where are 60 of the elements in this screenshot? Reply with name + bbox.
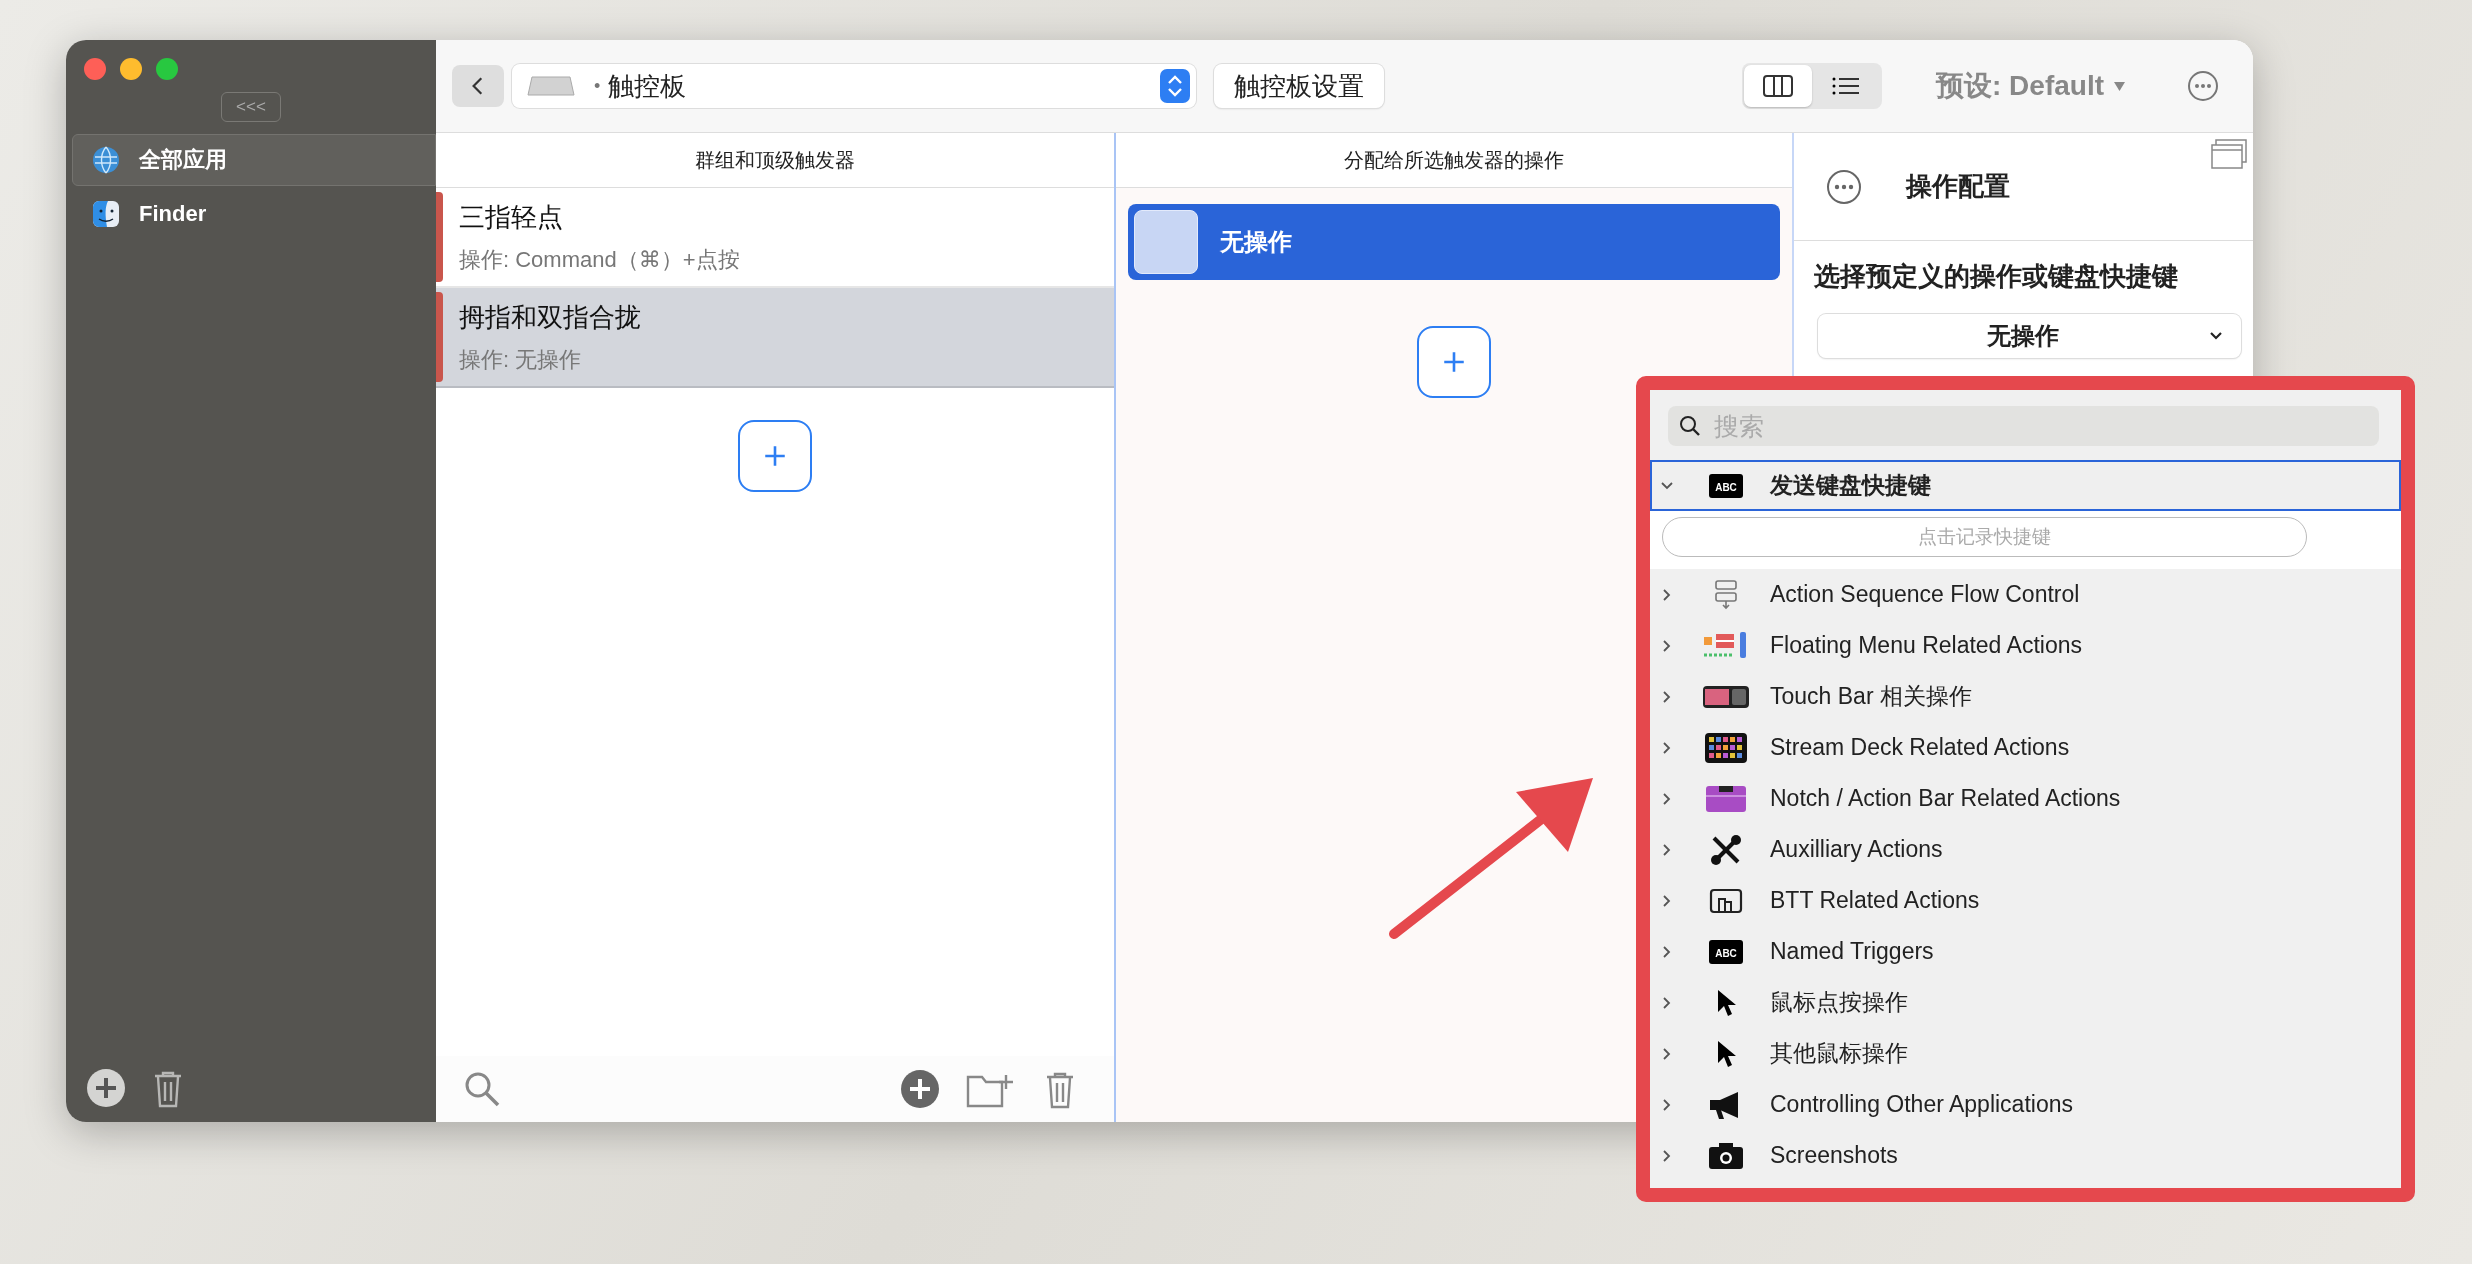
camera-icon [1708, 1141, 1744, 1170]
add-action-button[interactable] [1417, 326, 1491, 398]
more-icon[interactable] [2187, 70, 2219, 102]
category-row[interactable]: ABC 发送键盘快捷键 [1650, 460, 2401, 511]
trigger-action: 操作: 无操作 [459, 345, 583, 374]
shortcut-record-field[interactable]: 点击记录快捷键 [1662, 517, 2307, 557]
column-header: 分配给所选触发器的操作 [1116, 133, 1792, 188]
prompt-label: 选择预定义的操作或键盘快捷键 [1813, 260, 2179, 293]
trigger-row[interactable]: 拇指和双指合拢 操作: 无操作 [436, 288, 1114, 388]
category-row[interactable]: Floating Menu Related Actions [1650, 620, 2401, 671]
minimize-button[interactable] [120, 58, 142, 80]
up-down-chevron-icon [1160, 69, 1190, 103]
category-row[interactable]: Stream Deck Related Actions [1650, 722, 2401, 773]
sidebar-item[interactable]: 全部应用 [72, 134, 436, 186]
category-row[interactable]: Notch / Action Bar Related Actions [1650, 773, 2401, 824]
columns-icon [1763, 75, 1793, 97]
windows-icon[interactable] [2211, 139, 2247, 169]
zoom-button[interactable] [156, 58, 178, 80]
abc-icon: ABC [1709, 473, 1743, 498]
add-icon[interactable] [86, 1068, 126, 1108]
search-icon [1678, 414, 1702, 438]
trackpad-icon [526, 75, 576, 97]
sidebar-item[interactable]: Finder [72, 188, 436, 240]
close-button[interactable] [84, 58, 106, 80]
abc-icon: ABC [1709, 939, 1743, 964]
device-dropdown[interactable]: • 触控板 [512, 64, 1196, 108]
action-swatch [1134, 210, 1198, 274]
columns-view-button[interactable] [1744, 65, 1812, 107]
search-field[interactable]: 搜索 [1668, 406, 2379, 446]
plus-icon [762, 443, 788, 469]
back-button[interactable] [452, 65, 504, 107]
panel-title: 操作配置 [1906, 170, 2010, 203]
category-row[interactable]: 其他鼠标操作 [1650, 1028, 2401, 1079]
caret-icon [2114, 81, 2125, 91]
action-row[interactable]: 无操作 [1128, 204, 1780, 280]
add-icon[interactable] [900, 1069, 940, 1109]
button-grid-icon [1705, 732, 1747, 763]
category-row[interactable]: Auxilliary Actions [1650, 824, 2401, 875]
tools-icon [1709, 832, 1743, 867]
category-row[interactable]: Controlling Other Applications [1650, 1079, 2401, 1130]
trigger-title: 三指轻点 [459, 200, 564, 234]
notch-bar-icon [1705, 783, 1747, 814]
category-row[interactable]: 鼠标点按操作 [1650, 977, 2401, 1028]
category-row[interactable]: Action Sequence Flow Control [1650, 569, 2401, 620]
trackpad-settings-button[interactable]: 触控板设置 [1214, 64, 1384, 108]
smiling-face-icon [91, 199, 121, 229]
more-icon[interactable] [1826, 168, 1862, 205]
category-row[interactable]: Screenshots [1650, 1130, 2401, 1181]
globe-icon [91, 145, 121, 175]
action-dropdown[interactable]: 无操作 [1818, 314, 2241, 358]
touch-bar-icon [1702, 683, 1750, 710]
add-trigger-button[interactable] [738, 420, 812, 492]
chevron-down-icon [2209, 331, 2223, 341]
trigger-action: 操作: Command（⌘）+点按 [459, 245, 740, 274]
list-icon [1831, 75, 1861, 97]
category-row[interactable]: ABC Named Triggers [1650, 926, 2401, 977]
category-row[interactable]: Touch Bar 相关操作 [1650, 671, 2401, 722]
trigger-title: 拇指和双指合拢 [459, 300, 641, 334]
plus-icon [1441, 349, 1467, 375]
category-row[interactable]: BTT Related Actions [1650, 875, 2401, 926]
